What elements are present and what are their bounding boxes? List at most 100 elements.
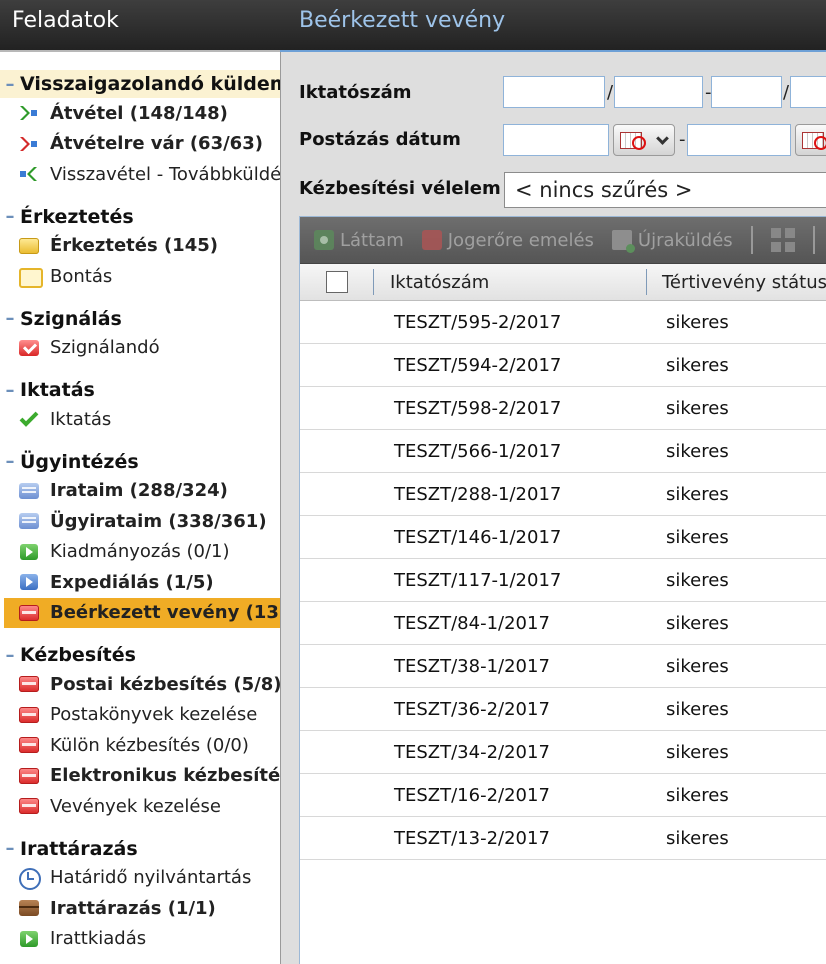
table-row[interactable]: TESZT/566-1/2017 sikeres — [300, 430, 826, 473]
sidebar-item-postakonyvek[interactable]: Postakönyvek kezelése — [0, 700, 280, 731]
sidebar-item-irattkiadas[interactable]: Irattkiadás — [0, 924, 280, 955]
table-row[interactable]: TESZT/146-1/2017 sikeres — [300, 516, 826, 559]
jogerore-label: Jogerőre emelés — [447, 229, 594, 251]
table-row[interactable]: TESZT/16-2/2017 sikeres — [300, 774, 826, 817]
cell-iktatoszam: TESZT/595-2/2017 — [394, 312, 562, 333]
collapse-icon[interactable]: – — [0, 451, 20, 472]
ujrakuldes-label: Újraküldés — [637, 229, 733, 251]
sidebar-item-label: Elektronikus kézbesítés — [50, 765, 280, 787]
blue-forward-icon — [18, 572, 40, 592]
sidebar-item-elektronikus-kezbesites[interactable]: Elektronikus kézbesítés — [0, 761, 280, 792]
cell-iktatoszam: TESZT/16-2/2017 — [394, 785, 550, 806]
sidebar-item-label: Postai kézbesítés (5/8) — [50, 673, 280, 695]
collapse-icon[interactable]: – — [0, 838, 20, 859]
column-header-iktatoszam[interactable]: Iktatószám — [390, 272, 489, 293]
postazas-date-to-input[interactable] — [687, 124, 791, 156]
sidebar-item-label: Irattárazás (1/1) — [50, 897, 216, 919]
cell-status: sikeres — [666, 785, 729, 806]
table-row[interactable]: TESZT/36-2/2017 sikeres — [300, 688, 826, 731]
table-row[interactable]: TESZT/38-1/2017 sikeres — [300, 645, 826, 688]
table-row[interactable]: TESZT/595-2/2017 sikeres — [300, 301, 826, 344]
table-row[interactable]: TESZT/598-2/2017 sikeres — [300, 387, 826, 430]
sidebar-item-visszavetel[interactable]: Visszavétel - Továbbküldés — [0, 159, 280, 190]
sidebar-item-irattarazas[interactable]: Irattárazás (1/1) — [0, 893, 280, 924]
cell-status: sikeres — [666, 398, 729, 419]
grid-toolbar: Láttam Jogerőre emelés Újraküldés — [300, 217, 826, 264]
sidebar-title: Feladatok — [0, 0, 280, 52]
sidebar-item-bontas[interactable]: Bontás — [0, 261, 280, 292]
date-from-picker-button[interactable] — [613, 124, 675, 156]
cell-status: sikeres — [666, 828, 729, 849]
sidebar-item-atvetelre-var[interactable]: Átvételre vár (63/63) — [0, 129, 280, 160]
sidebar-item-szignalando[interactable]: Szignálandó — [0, 333, 280, 364]
kezbesitesi-velelem-select[interactable]: < nincs szűrés > — [504, 172, 826, 208]
sidebar-item-kiadmanyozas[interactable]: Kiadmányozás (0/1) — [0, 537, 280, 568]
date-to-picker-button[interactable] — [795, 124, 826, 156]
iktatoszam-subnumber-input[interactable] — [711, 76, 782, 108]
chevron-down-icon — [656, 132, 669, 145]
collapse-icon[interactable]: – — [0, 645, 20, 666]
iktatoszam-prefix-input[interactable] — [503, 76, 605, 108]
clock-icon — [18, 867, 41, 890]
group-label: Ügyintézés — [20, 450, 139, 473]
group-title-erkeztetes[interactable]: – Érkeztetés — [0, 203, 280, 231]
group-title-irattarazas[interactable]: – Irattárazás — [0, 835, 280, 863]
sidebar-item-hatarido[interactable]: Határidő nyilvántartás — [0, 863, 280, 894]
group-title-ugyintezes[interactable]: – Ügyintézés — [0, 448, 280, 476]
sidebar-item-label: Szignálandó — [50, 337, 160, 359]
page-title: Beérkezett vevény — [299, 8, 506, 33]
sidebar-item-ugyirataim[interactable]: Ügyirataim (338/361) — [0, 506, 280, 537]
case-files-icon — [18, 511, 40, 531]
group-kezbesites: – Kézbesítés Postai kézbesítés (5/8) Pos… — [0, 641, 281, 822]
group-title-kezbesites[interactable]: – Kézbesítés — [0, 641, 280, 669]
sidebar-item-label: Bontás — [50, 265, 113, 287]
table-row[interactable]: TESZT/594-2/2017 sikeres — [300, 344, 826, 387]
sidebar-item-expedialas[interactable]: Expediálás (1/5) — [0, 567, 280, 598]
table-row[interactable]: TESZT/288-1/2017 sikeres — [300, 473, 826, 516]
sidebar-item-label: Beérkezett vevény (13) — [50, 602, 280, 624]
collapse-icon[interactable]: – — [0, 308, 20, 329]
table-row[interactable]: TESZT/34-2/2017 sikeres — [300, 731, 826, 774]
column-separator[interactable] — [646, 269, 647, 295]
main-panel: Iktatószám / - / Postázás dátum - Kézbes… — [280, 52, 826, 964]
group-title-szignalas[interactable]: – Szignálás — [0, 305, 280, 333]
sidebar-item-beerkezett-veveny[interactable]: Beérkezett vevény (13) — [4, 597, 280, 628]
sidebar-item-label: Postakönyvek kezelése — [50, 704, 258, 726]
sidebar-item-erkeztetes[interactable]: Érkeztetés (145) — [0, 231, 280, 262]
signature-icon — [18, 338, 40, 358]
collapse-icon[interactable]: – — [0, 380, 20, 401]
postazas-datum-label: Postázás dátum — [299, 129, 461, 150]
iktatoszam-number-input[interactable] — [614, 76, 703, 108]
jogerore-emeles-button[interactable]: Jogerőre emelés — [421, 229, 594, 251]
cell-iktatoszam: TESZT/598-2/2017 — [394, 398, 562, 419]
group-title-visszaigazolando[interactable]: – Visszaigazolandó küldemé — [0, 70, 280, 98]
collapse-icon[interactable]: – — [0, 74, 20, 95]
ujrakuldes-button[interactable]: Újraküldés — [611, 229, 733, 253]
archive-box-icon — [18, 898, 40, 918]
postazas-date-from-input[interactable] — [503, 124, 609, 156]
sidebar-item-vevenyek-kezelese[interactable]: Vevények kezelése — [0, 791, 280, 822]
group-label: Érkeztetés — [20, 205, 134, 228]
table-row[interactable]: TESZT/84-1/2017 sikeres — [300, 602, 826, 645]
lattam-button[interactable]: Láttam — [314, 230, 404, 251]
column-header-status[interactable]: Tértivevény státusz — [662, 272, 826, 293]
select-all-checkbox[interactable] — [326, 271, 348, 293]
sidebar-item-postai-kezbesites[interactable]: Postai kézbesítés (5/8) — [0, 669, 280, 700]
iktatoszam-year-input[interactable] — [790, 76, 826, 108]
collapse-icon[interactable]: – — [0, 206, 20, 227]
group-label: Szignálás — [20, 307, 122, 330]
cell-iktatoszam: TESZT/117-1/2017 — [394, 570, 562, 591]
group-title-iktatas[interactable]: – Iktatás — [0, 376, 280, 404]
documents-grid-icon — [18, 481, 40, 501]
sidebar-item-irataim[interactable]: Irataim (288/324) — [0, 476, 280, 507]
sidebar-item-kulon-kezbesites[interactable]: Külön kézbesítés (0/0) — [0, 730, 280, 761]
sidebar-item-atvetel[interactable]: Átvétel (148/148) — [0, 98, 280, 129]
cell-status: sikeres — [666, 527, 729, 548]
grid-view-icon[interactable] — [770, 228, 795, 252]
sidebar-item-label: Iktatás — [50, 408, 112, 430]
table-row[interactable]: TESZT/13-2/2017 sikeres — [300, 817, 826, 860]
sidebar-item-iktatas[interactable]: Iktatás — [0, 404, 280, 435]
table-row[interactable]: TESZT/117-1/2017 sikeres — [300, 559, 826, 602]
cell-iktatoszam: TESZT/34-2/2017 — [394, 742, 550, 763]
grid-rows: TESZT/595-2/2017 sikeres TESZT/594-2/2017… — [300, 301, 826, 860]
